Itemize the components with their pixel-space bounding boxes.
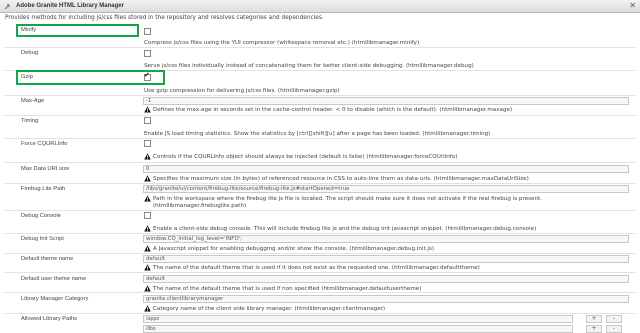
max-data-uri-input[interactable] (143, 165, 629, 173)
default-theme-input[interactable] (143, 255, 629, 263)
close-icon[interactable]: ✕ (629, 1, 636, 10)
category-help: Category name of the client side library… (144, 305, 385, 312)
divider (4, 272, 636, 273)
max-age-input[interactable] (143, 97, 629, 105)
force-cqurlinfo-help-text: Controls if the CQURLInfo object should … (153, 154, 458, 160)
library-paths-label: Allowed Library Paths (21, 316, 78, 322)
max-data-uri-help-text: Specifies the maximum size (in bytes) of… (153, 176, 529, 182)
divider (4, 210, 636, 211)
category-help-text: Category name of the client side library… (153, 306, 386, 312)
window-titlebar: Adobe Granite HTML Library Manager ✕ (0, 0, 640, 13)
max-age-label: Max-Age (21, 98, 45, 104)
library-path-input-1[interactable] (143, 315, 573, 323)
default-user-theme-help: The name of the default theme that is us… (144, 285, 421, 292)
default-theme-help-text: The name of the default theme that is us… (153, 265, 480, 271)
debug-help: Serve js/css files individually instead … (144, 63, 474, 69)
debug-console-help-text: Enable a client-side debug console. This… (153, 226, 537, 232)
firebug-path-help-text: Path in the workspace where the firebug … (153, 196, 542, 202)
divider (4, 162, 636, 163)
timing-checkbox[interactable] (144, 117, 151, 124)
debug-checkbox[interactable] (144, 50, 151, 57)
gzip-checkbox[interactable] (144, 71, 151, 81)
divider (4, 313, 636, 314)
divider (4, 95, 636, 96)
force-cqurlinfo-label: Force CQURLInfo (21, 141, 68, 147)
debug-init-input[interactable] (143, 235, 629, 243)
component-description: Provides methods for including js/css fi… (5, 15, 324, 21)
warning-icon (144, 195, 151, 202)
divider (4, 233, 636, 234)
category-input[interactable] (143, 295, 629, 303)
divider (4, 47, 636, 48)
firebug-path-label: Firebug Lite Path (21, 186, 66, 192)
divider (4, 138, 636, 139)
debug-console-help: Enable a client-side debug console. This… (144, 225, 536, 232)
force-cqurlinfo-checkbox[interactable] (144, 140, 151, 147)
default-user-theme-input[interactable] (143, 275, 629, 283)
warning-icon (144, 175, 151, 182)
divider (4, 292, 636, 293)
max-age-help-text: Defines the max-age in seconds set in th… (153, 107, 513, 113)
debug-console-checkbox[interactable] (144, 212, 151, 219)
warning-icon (144, 285, 151, 292)
window-title: Adobe Granite HTML Library Manager (16, 3, 124, 9)
gzip-help: Use gzip compression for delivering js/c… (144, 88, 340, 94)
debug-init-help: A Javascript snippet for enabling debugg… (144, 245, 434, 252)
max-data-uri-help: Specifies the maximum size (in bytes) of… (144, 175, 529, 182)
timing-label: Timing (21, 118, 39, 124)
firebug-path-input[interactable] (143, 185, 629, 193)
remove-path-button[interactable]: - (606, 315, 622, 323)
divider (4, 253, 636, 254)
add-path-button[interactable]: + (586, 315, 602, 323)
wrench-icon (4, 3, 11, 10)
divider (4, 115, 636, 116)
minify-help: Compress js/css files using the YUI comp… (144, 40, 420, 46)
debug-console-label: Debug Console (21, 213, 61, 219)
gzip-label: Gzip (21, 74, 33, 80)
gzip-highlight (16, 70, 165, 85)
warning-icon (144, 264, 151, 271)
warning-icon (144, 225, 151, 232)
divider (4, 183, 636, 184)
minify-checkbox[interactable] (144, 28, 151, 35)
category-label: Library Manager Category (21, 296, 89, 302)
default-theme-help: The name of the default theme that is us… (144, 264, 480, 271)
warning-icon (144, 153, 151, 160)
debug-init-label: Debug Init Script (21, 236, 64, 242)
firebug-path-help-line2: (htmllibmanager.firebuglite.path) (153, 203, 247, 209)
warning-icon (144, 106, 151, 113)
default-user-theme-label: Default user theme name (21, 276, 87, 282)
timing-help: Enable JS load timing statistics. Show t… (144, 131, 491, 137)
firebug-path-help: Path in the workspace where the firebug … (144, 195, 542, 202)
max-age-help: Defines the max-age in seconds set in th… (144, 106, 512, 113)
minify-label: Minify (21, 27, 37, 33)
warning-icon (144, 305, 151, 312)
force-cqurlinfo-help: Controls if the CQURLInfo object should … (144, 153, 457, 160)
max-data-uri-label: Max Data URI size (21, 166, 70, 172)
debug-label: Debug (21, 50, 39, 56)
default-theme-label: Default theme name (21, 256, 74, 262)
warning-icon (144, 245, 151, 252)
debug-init-help-text: A Javascript snippet for enabling debugg… (153, 246, 435, 252)
